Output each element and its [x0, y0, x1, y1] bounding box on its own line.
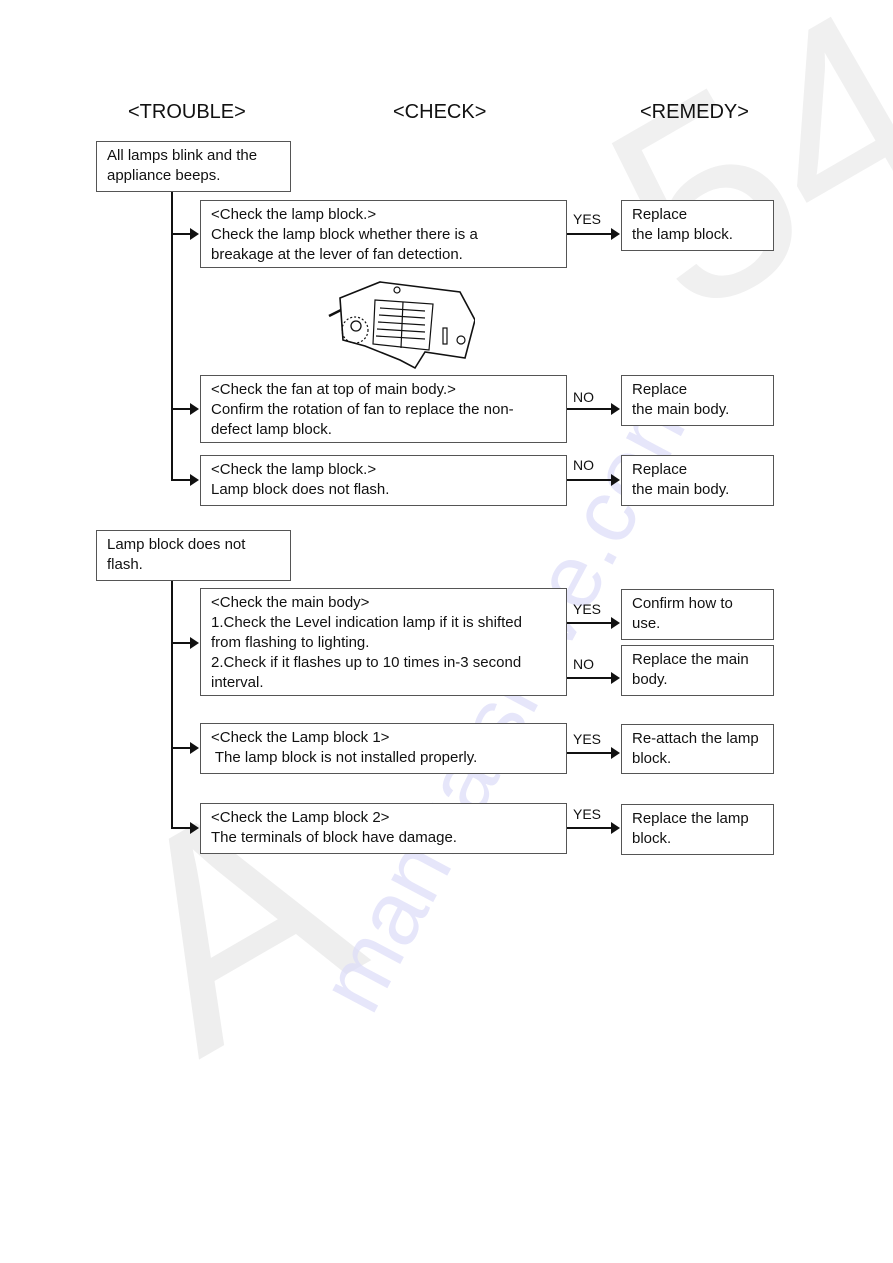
remedy-text: the lamp block.: [632, 226, 733, 243]
remedy-text: Replace: [632, 381, 688, 398]
check-text: Lamp block does not flash.: [211, 481, 390, 498]
remedy-text: Replace: [632, 206, 688, 223]
remedy-text: Replace the main: [632, 651, 749, 668]
connector-line: [567, 827, 612, 829]
trouble-box-1: All lamps blink and the appliance beeps.: [96, 141, 291, 192]
arrow-icon: [611, 672, 620, 684]
result-label: YES: [573, 211, 602, 227]
remedy-text: Confirm how to: [632, 595, 733, 612]
check-title: <Check the Lamp block 2>: [211, 809, 390, 826]
check-text: The terminals of block have damage.: [211, 829, 457, 846]
connector-line: [171, 233, 191, 235]
check-box: <Check the Lamp block 1> The lamp block …: [200, 723, 567, 774]
trouble-text: flash.: [107, 556, 143, 573]
check-box: <Check the main body> 1.Check the Level …: [200, 588, 567, 696]
arrow-icon: [190, 637, 199, 649]
connector-line: [171, 747, 191, 749]
check-box: <Check the Lamp block 2> The terminals o…: [200, 803, 567, 854]
trouble-text: Lamp block does not: [107, 536, 246, 553]
arrow-icon: [190, 742, 199, 754]
result-label: YES: [573, 731, 602, 747]
result-label: NO: [573, 457, 594, 473]
check-text: 1.Check the Level indication lamp if it …: [211, 614, 522, 631]
check-text: breakage at the lever of fan detection.: [211, 246, 463, 263]
remedy-text: Replace: [632, 461, 688, 478]
check-text: interval.: [211, 674, 264, 691]
header-check: <CHECK>: [393, 101, 487, 123]
check-text: The lamp block is not installed properly…: [211, 749, 478, 766]
result-label: YES: [573, 601, 602, 617]
trouble-box-2: Lamp block does not flash.: [96, 530, 291, 581]
connector-line: [171, 408, 191, 410]
header-trouble: <TROUBLE>: [128, 101, 246, 123]
connector-line: [567, 408, 612, 410]
watermark-number: 54: [562, 0, 893, 374]
check-title: <Check the lamp block.>: [211, 206, 377, 223]
arrow-icon: [190, 474, 199, 486]
check-text: defect lamp block.: [211, 421, 332, 438]
check-text: 2.Check if it flashes up to 10 times in-…: [211, 654, 522, 671]
arrow-icon: [190, 822, 199, 834]
trouble-text: All lamps blink and the: [107, 147, 258, 164]
remedy-text: the main body.: [632, 401, 730, 418]
check-title: <Check the Lamp block 1>: [211, 729, 390, 746]
remedy-text: Re-attach the lamp: [632, 730, 759, 747]
check-box: <Check the lamp block.> Check the lamp b…: [200, 200, 567, 268]
remedy-box: Replace the lamp block.: [621, 200, 774, 251]
remedy-text: block.: [632, 750, 672, 767]
arrow-icon: [611, 822, 620, 834]
arrow-icon: [611, 403, 620, 415]
check-text: Confirm the rotation of fan to replace t…: [211, 401, 514, 418]
trouble-text: appliance beeps.: [107, 167, 221, 184]
remedy-box: Replace the lamp block.: [621, 804, 774, 855]
result-label: NO: [573, 389, 594, 405]
arrow-icon: [611, 228, 620, 240]
remedy-box: Re-attach the lamp block.: [621, 724, 774, 774]
arrow-icon: [611, 617, 620, 629]
remedy-box: Replace the main body.: [621, 645, 774, 696]
arrow-icon: [190, 403, 199, 415]
check-title: <Check the lamp block.>: [211, 461, 377, 478]
connector-line: [567, 479, 612, 481]
result-label: NO: [573, 656, 594, 672]
check-box: <Check the lamp block.> Lamp block does …: [200, 455, 567, 506]
header-remedy: <REMEDY>: [640, 101, 749, 123]
connector-line: [171, 827, 191, 829]
check-title: <Check the fan at top of main body.>: [211, 381, 456, 398]
connector-line: [567, 677, 612, 679]
remedy-box: Replace the main body.: [621, 455, 774, 506]
connector-line: [171, 642, 191, 644]
remedy-box: Replace the main body.: [621, 375, 774, 426]
connector-line: [171, 479, 191, 481]
connector-line: [567, 233, 612, 235]
remedy-text: body.: [632, 671, 668, 688]
check-box: <Check the fan at top of main body.> Con…: [200, 375, 567, 443]
remedy-text: the main body.: [632, 481, 730, 498]
connector-line: [171, 581, 173, 829]
remedy-text: block.: [632, 830, 672, 847]
connector-line: [567, 752, 612, 754]
remedy-text: use.: [632, 615, 661, 632]
arrow-icon: [611, 474, 620, 486]
check-text: from flashing to lighting.: [211, 634, 370, 651]
result-label: YES: [573, 806, 602, 822]
arrow-icon: [611, 747, 620, 759]
remedy-text: Replace the lamp: [632, 810, 749, 827]
lamp-block-illustration: [328, 281, 475, 370]
check-text: Check the lamp block whether there is a: [211, 226, 478, 243]
check-title: <Check the main body>: [211, 594, 370, 611]
arrow-icon: [190, 228, 199, 240]
connector-line: [567, 622, 612, 624]
remedy-box: Confirm how to use.: [621, 589, 774, 640]
connector-line: [171, 192, 173, 481]
